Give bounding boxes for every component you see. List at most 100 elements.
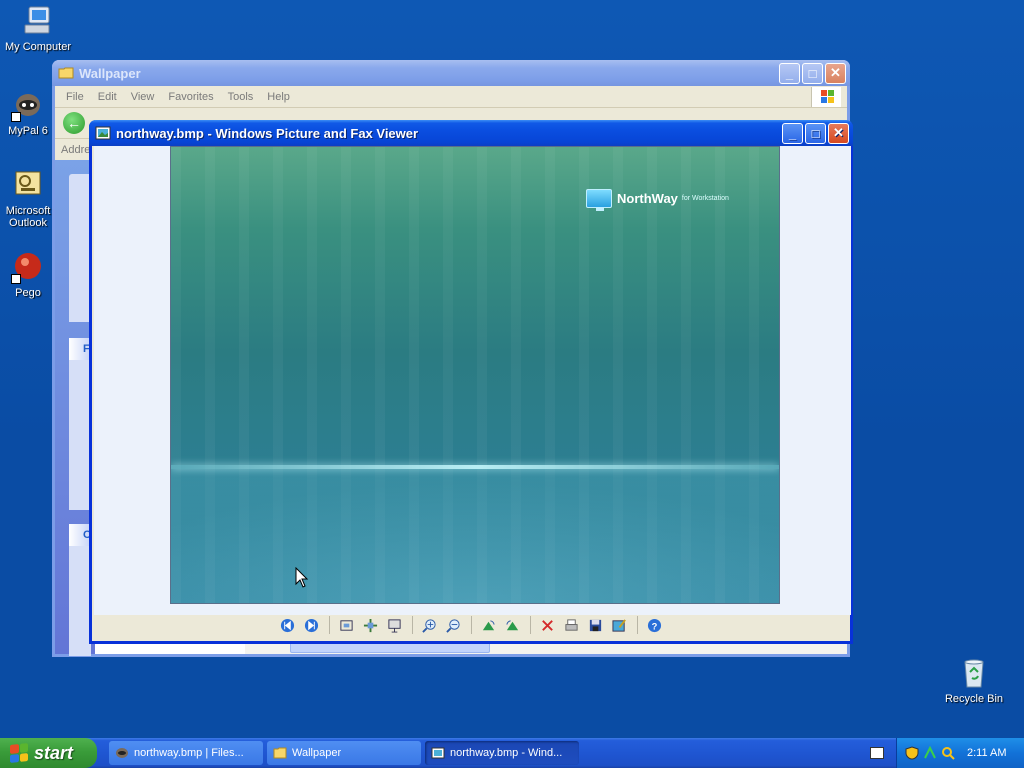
svg-text:?: ?: [652, 621, 658, 631]
taskbar-button-picture-viewer[interactable]: northway.bmp - Wind...: [425, 741, 579, 765]
desktop-icon-pego[interactable]: Pego: [0, 250, 58, 299]
back-button[interactable]: ←: [63, 112, 85, 134]
minimize-button[interactable]: _: [782, 122, 803, 144]
zoom-in-icon: [422, 618, 436, 633]
edit-image-icon: [612, 618, 626, 632]
delete-icon: [542, 619, 553, 631]
mypal-icon: [115, 746, 129, 760]
picture-viewer-icon: [95, 125, 111, 141]
desktop-icon-my-computer[interactable]: My Computer: [0, 4, 78, 53]
menu-view[interactable]: View: [124, 91, 162, 103]
viewer-toolbar: ?: [92, 612, 850, 638]
taskbar-button-label: northway.bmp | Files...: [134, 747, 244, 759]
task-panel-other: Other: [69, 524, 91, 656]
maximize-button[interactable]: □: [805, 122, 826, 144]
picture-viewer-icon: [431, 746, 445, 760]
desktop-icon-outlook[interactable]: Microsoft Outlook: [0, 168, 58, 229]
shortcut-arrow-icon: [11, 112, 21, 122]
help-icon: ?: [647, 618, 662, 632]
actual-size-button[interactable]: [360, 614, 382, 636]
brand-subtitle: for Workstation: [681, 195, 729, 202]
desktop-icon-label: Microsoft Outlook: [5, 205, 51, 229]
brand-name: NorthWay: [617, 191, 678, 206]
desktop-icon-recycle-bin[interactable]: Recycle Bin: [934, 656, 1014, 705]
rotate-counterclockwise-icon: [506, 619, 519, 630]
menu-file[interactable]: File: [59, 91, 91, 103]
desktop-icon-label: Pego: [15, 287, 41, 299]
northway-logo: NorthWay for Workstation: [586, 189, 729, 211]
task-panel-header[interactable]: Other: [69, 524, 91, 546]
toolbar-separator: [529, 616, 531, 634]
start-label: start: [34, 742, 74, 763]
security-shield-icon[interactable]: [905, 746, 919, 760]
explorer-title: Wallpaper: [79, 65, 141, 81]
previous-image-button[interactable]: [277, 614, 299, 636]
desktop-icon-label: My Computer: [4, 41, 72, 53]
menu-favorites[interactable]: Favorites: [161, 91, 220, 103]
minimize-button[interactable]: _: [779, 62, 800, 84]
menu-tools[interactable]: Tools: [221, 91, 261, 103]
folder-icon: [58, 65, 74, 81]
open-for-editing-button[interactable]: [609, 614, 631, 636]
task-panel-header[interactable]: File: [69, 338, 91, 360]
taskbar-button-files[interactable]: northway.bmp | Files...: [109, 741, 263, 765]
next-image-button[interactable]: [301, 614, 323, 636]
horizon-line: [171, 465, 779, 469]
pego-icon: [11, 250, 45, 284]
network-icon[interactable]: [923, 745, 937, 760]
desktop-icon-mypal[interactable]: MyPal 6: [0, 88, 58, 137]
wallpaper-image[interactable]: NorthWay for Workstation: [170, 146, 780, 604]
slideshow-button[interactable]: [384, 614, 406, 636]
toolbar-separator: [328, 616, 330, 634]
search-icon[interactable]: [941, 746, 955, 760]
task-panel-pictures: [69, 174, 91, 322]
folder-icon: [273, 746, 287, 760]
help-button[interactable]: ?: [644, 614, 666, 636]
viewer-titlebar[interactable]: northway.bmp - Windows Picture and Fax V…: [89, 120, 853, 146]
menu-edit[interactable]: Edit: [91, 91, 124, 103]
taskbar-button-label: northway.bmp - Wind...: [450, 747, 563, 759]
explorer-titlebar[interactable]: Wallpaper _ □ ✕: [52, 60, 850, 86]
mypal-icon: [11, 88, 45, 122]
best-fit-icon: [340, 619, 353, 631]
best-fit-button[interactable]: [336, 614, 358, 636]
toolbar-separator: [411, 616, 413, 634]
picture-viewer-window[interactable]: northway.bmp - Windows Picture and Fax V…: [89, 120, 853, 644]
system-tray: 2:11 AM: [896, 738, 1024, 768]
previous-icon: [280, 618, 295, 632]
taskbar-button-label: Wallpaper: [292, 747, 342, 759]
rotate-clockwise-icon: [482, 619, 495, 630]
actual-size-icon: [363, 618, 378, 632]
zoom-in-button[interactable]: [419, 614, 441, 636]
viewer-title: northway.bmp - Windows Picture and Fax V…: [116, 125, 419, 141]
maximize-button[interactable]: □: [802, 62, 823, 84]
toolbar-separator: [636, 616, 638, 634]
menu-help[interactable]: Help: [260, 91, 297, 103]
print-icon: [565, 618, 578, 631]
desktop-icon-label: Recycle Bin: [944, 693, 1004, 705]
close-button[interactable]: ✕: [828, 122, 849, 144]
print-button[interactable]: [561, 614, 583, 636]
zoom-out-button[interactable]: [443, 614, 465, 636]
shortcut-arrow-icon: [11, 274, 21, 284]
computer-icon: [21, 4, 55, 38]
windows-logo-icon: [811, 87, 841, 107]
clock[interactable]: 2:11 AM: [967, 747, 1007, 759]
keyboard-icon[interactable]: [870, 747, 884, 759]
outlook-icon: [11, 168, 45, 202]
rotate-clockwise-button[interactable]: [478, 614, 500, 636]
copy-to-button[interactable]: [585, 614, 607, 636]
toolbar-separator: [470, 616, 472, 634]
recycle-bin-icon: [957, 656, 991, 690]
start-button[interactable]: start: [0, 738, 97, 768]
delete-button[interactable]: [537, 614, 559, 636]
task-panel-file: File: [69, 338, 91, 510]
taskbar-buttons: northway.bmp | Files... Wallpaper northw…: [109, 741, 583, 765]
rotate-counterclockwise-button[interactable]: [502, 614, 524, 636]
taskbar-button-wallpaper[interactable]: Wallpaper: [267, 741, 421, 765]
monitor-icon: [586, 189, 612, 211]
close-button[interactable]: ✕: [825, 62, 846, 84]
zoom-out-icon: [446, 618, 460, 633]
slideshow-icon: [388, 618, 401, 633]
save-icon: [589, 619, 602, 631]
